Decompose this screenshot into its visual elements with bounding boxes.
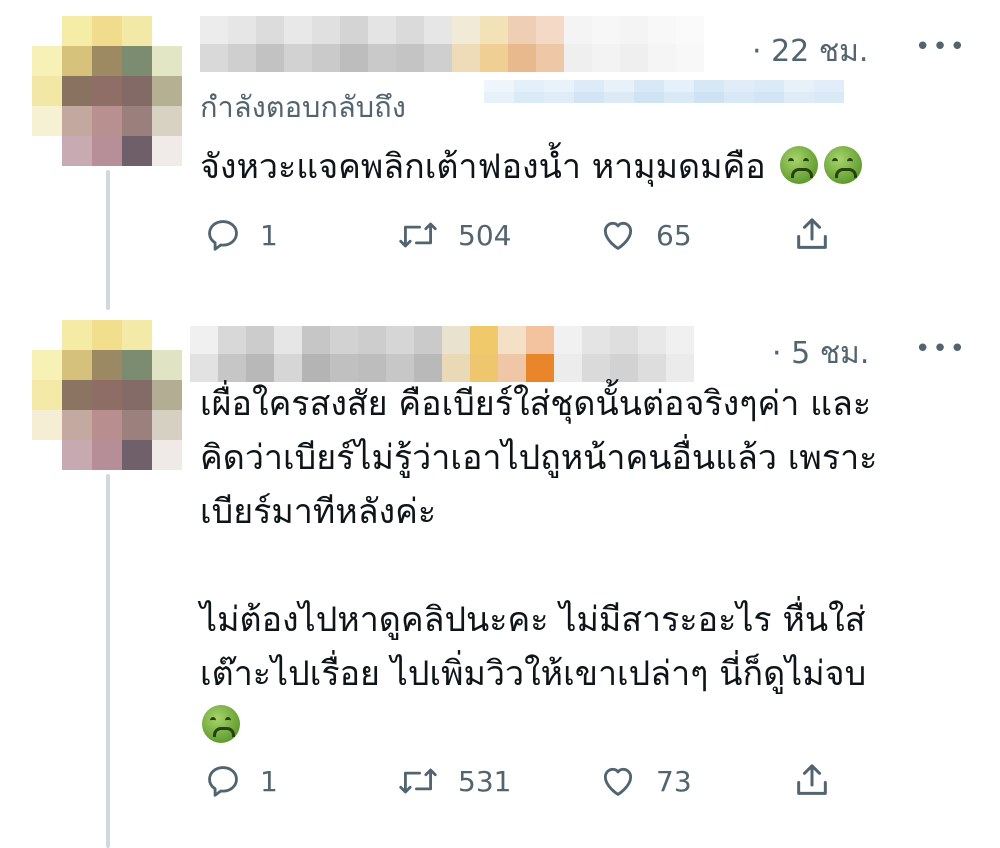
tweet-text-line: จังหวะแจคพลิกเต้าฟองน้ำ หามุมดมคือ	[200, 147, 766, 187]
like-count: 73	[656, 764, 692, 798]
reply-icon	[208, 766, 238, 797]
thread-line	[106, 474, 110, 848]
reply-button[interactable]: 1	[204, 216, 278, 254]
tweet-timestamp[interactable]: · 5 ชม.	[772, 330, 869, 377]
retweet-button[interactable]: 504	[396, 216, 511, 254]
replying-to-text: กำลังตอบกลับถึง	[200, 90, 406, 124]
retweet-count: 504	[458, 218, 512, 252]
author-name-blurred[interactable]	[190, 326, 694, 354]
replying-to-label: กำลังตอบกลับถึง	[200, 84, 406, 130]
like-count: 65	[656, 218, 692, 252]
retweet-icon	[399, 768, 437, 794]
avatar[interactable]	[32, 16, 182, 166]
share-icon	[797, 764, 827, 795]
tweet-text-spacer	[200, 539, 877, 593]
author-handle-blurred[interactable]	[200, 44, 704, 72]
heart-icon	[603, 767, 633, 796]
nauseated-face-emoji-icon	[202, 705, 240, 743]
thread-line	[106, 170, 110, 310]
reply-count: 1	[260, 764, 278, 798]
replying-to-handle-blurred[interactable]	[484, 80, 844, 126]
like-button[interactable]: 73	[598, 762, 692, 800]
tweet-text-line: เต๊าะไปเรื่อย ไปเพิ่มวิวให้เขาเปล่าๆ นี่…	[200, 654, 867, 694]
tweet-text-line: คิดว่าเบียร์ไม่รู้ว่าเอาไปถูหน้าคนอื่นแล…	[200, 438, 878, 478]
more-options-icon[interactable]: •••	[915, 32, 967, 62]
share-button[interactable]	[792, 760, 832, 800]
nauseated-face-emoji-icon	[823, 146, 862, 184]
share-icon	[797, 218, 827, 249]
retweet-count: 531	[458, 764, 512, 798]
reply-button[interactable]: 1	[204, 762, 278, 800]
author-name-blurred[interactable]	[200, 16, 704, 44]
tweet-text-line: เบียร์มาทีหลังค่ะ	[200, 492, 437, 532]
tweet-body: จังหวะแจคพลิกเต้าฟองน้ำ หามุมดมคือ	[200, 140, 862, 194]
share-button[interactable]	[792, 214, 832, 254]
retweet-icon	[399, 222, 437, 248]
like-button[interactable]: 65	[598, 216, 692, 254]
tweet-text-line: เผื่อใครสงสัย คือเบียร์ใส่ชุดนั้นต่อจริง…	[200, 384, 872, 424]
emoji-line	[200, 701, 877, 755]
reply-icon	[208, 220, 238, 251]
avatar[interactable]	[32, 320, 182, 470]
tweet-body: เผื่อใครสงสัย คือเบียร์ใส่ชุดนั้นต่อจริง…	[200, 377, 877, 755]
retweet-button[interactable]: 531	[396, 762, 511, 800]
reply-count: 1	[260, 218, 278, 252]
tweet-timestamp[interactable]: · 22 ชม.	[752, 28, 868, 75]
more-options-icon[interactable]: •••	[915, 334, 967, 364]
heart-icon	[603, 221, 633, 250]
nauseated-face-emoji-icon	[779, 146, 818, 184]
tweet-text-line: ไม่ต้องไปหาดูคลิปนะคะ ไม่มีสาระอะไร หื่น…	[200, 600, 866, 640]
